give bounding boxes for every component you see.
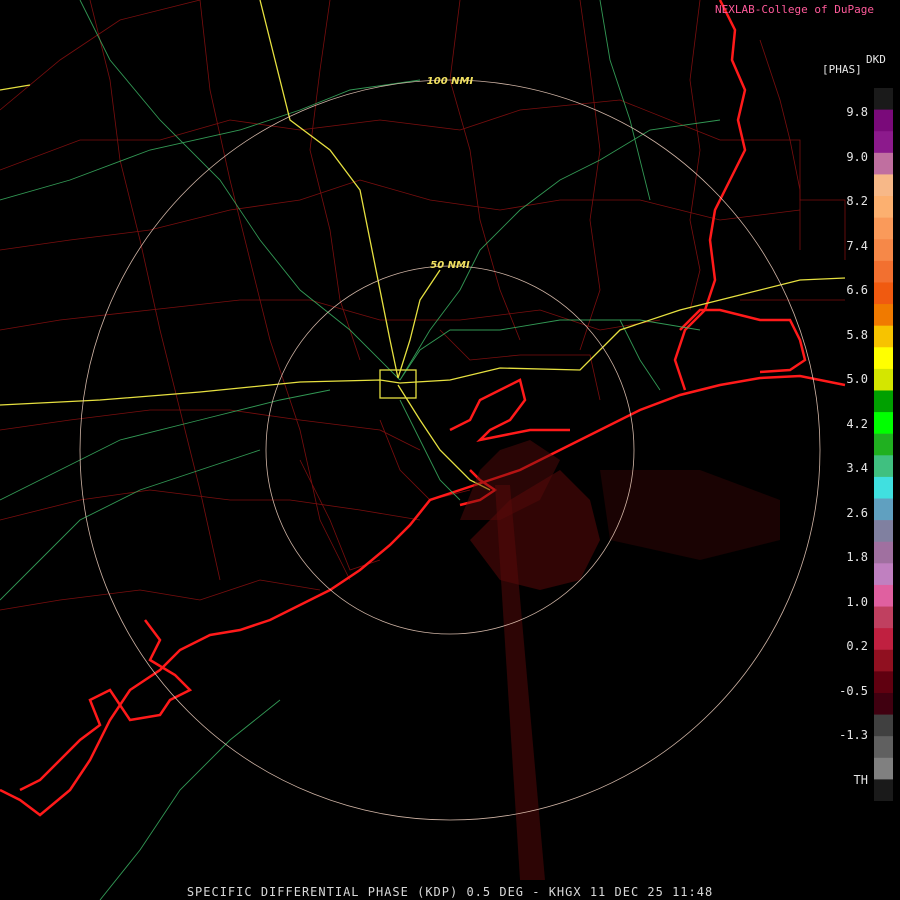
- range-ring-100-label: 100 NMI: [427, 76, 474, 87]
- legend-label: 0.2: [846, 639, 868, 653]
- legend-swatch: [874, 412, 893, 435]
- legend-swatch: [874, 671, 893, 694]
- legend-label: 8.2: [846, 194, 868, 208]
- legend-swatch: [874, 217, 893, 240]
- legend-label: 6.6: [846, 283, 868, 297]
- map-background: [0, 0, 900, 900]
- legend-swatch: [874, 628, 893, 651]
- legend-label: -0.5: [839, 683, 868, 698]
- legend-swatch: [874, 152, 893, 175]
- legend-swatch: [874, 498, 893, 521]
- legend-swatch: [874, 325, 893, 348]
- legend-swatch: [874, 347, 893, 370]
- legend-label: 9.0: [846, 149, 868, 164]
- legend-label: 5.8: [846, 327, 868, 342]
- color-legend-bar: [874, 88, 893, 801]
- legend-swatch: [874, 541, 893, 564]
- legend-swatch: [874, 455, 893, 478]
- legend-swatch: [874, 174, 893, 197]
- legend-label: 2.6: [846, 505, 868, 520]
- legend-swatch: [874, 88, 893, 111]
- legend-swatch: [874, 433, 893, 456]
- legend-swatch: [874, 606, 893, 629]
- product-footer: SPECIFIC DIFFERENTIAL PHASE (KDP) 0.5 DE…: [186, 885, 714, 899]
- legend-swatch: [874, 736, 893, 759]
- legend-swatch: [874, 714, 893, 737]
- legend-swatch: [874, 692, 893, 716]
- legend-unit: [PHAS]: [822, 63, 862, 76]
- legend-swatch: [874, 260, 893, 283]
- legend-label: 7.4: [846, 238, 868, 253]
- legend-label: 1.0: [846, 594, 868, 609]
- legend-label: TH: [853, 772, 868, 787]
- legend-swatch: [874, 563, 893, 586]
- legend-swatch: [874, 649, 893, 672]
- legend-swatch: [874, 476, 893, 500]
- legend-swatch: [874, 520, 893, 543]
- legend-swatch: [874, 109, 893, 132]
- legend-swatch: [874, 779, 893, 801]
- radar-map: 100 NMI 50 NMI: [0, 0, 900, 900]
- legend-swatch: [874, 282, 893, 305]
- source-credit: NEXLAB-College of DuPage: [715, 3, 874, 16]
- legend-swatch: [874, 131, 893, 154]
- legend-label: 1.8: [846, 550, 868, 564]
- legend-product-code: DKD: [866, 53, 886, 66]
- legend-swatch: [874, 304, 893, 327]
- legend-label: -1.3: [839, 728, 868, 742]
- legend-swatch: [874, 368, 893, 391]
- legend-swatch: [874, 757, 893, 780]
- legend-swatch: [874, 390, 893, 413]
- legend-swatch: [874, 239, 893, 262]
- legend-label: 4.2: [846, 416, 868, 431]
- range-ring-50-label: 50 NMI: [430, 260, 470, 271]
- legend-swatch: [874, 584, 893, 608]
- legend-label: 9.8: [846, 105, 868, 119]
- legend-swatch: [874, 196, 893, 219]
- legend-label: 3.4: [846, 461, 868, 475]
- legend-label: 5.0: [846, 372, 868, 386]
